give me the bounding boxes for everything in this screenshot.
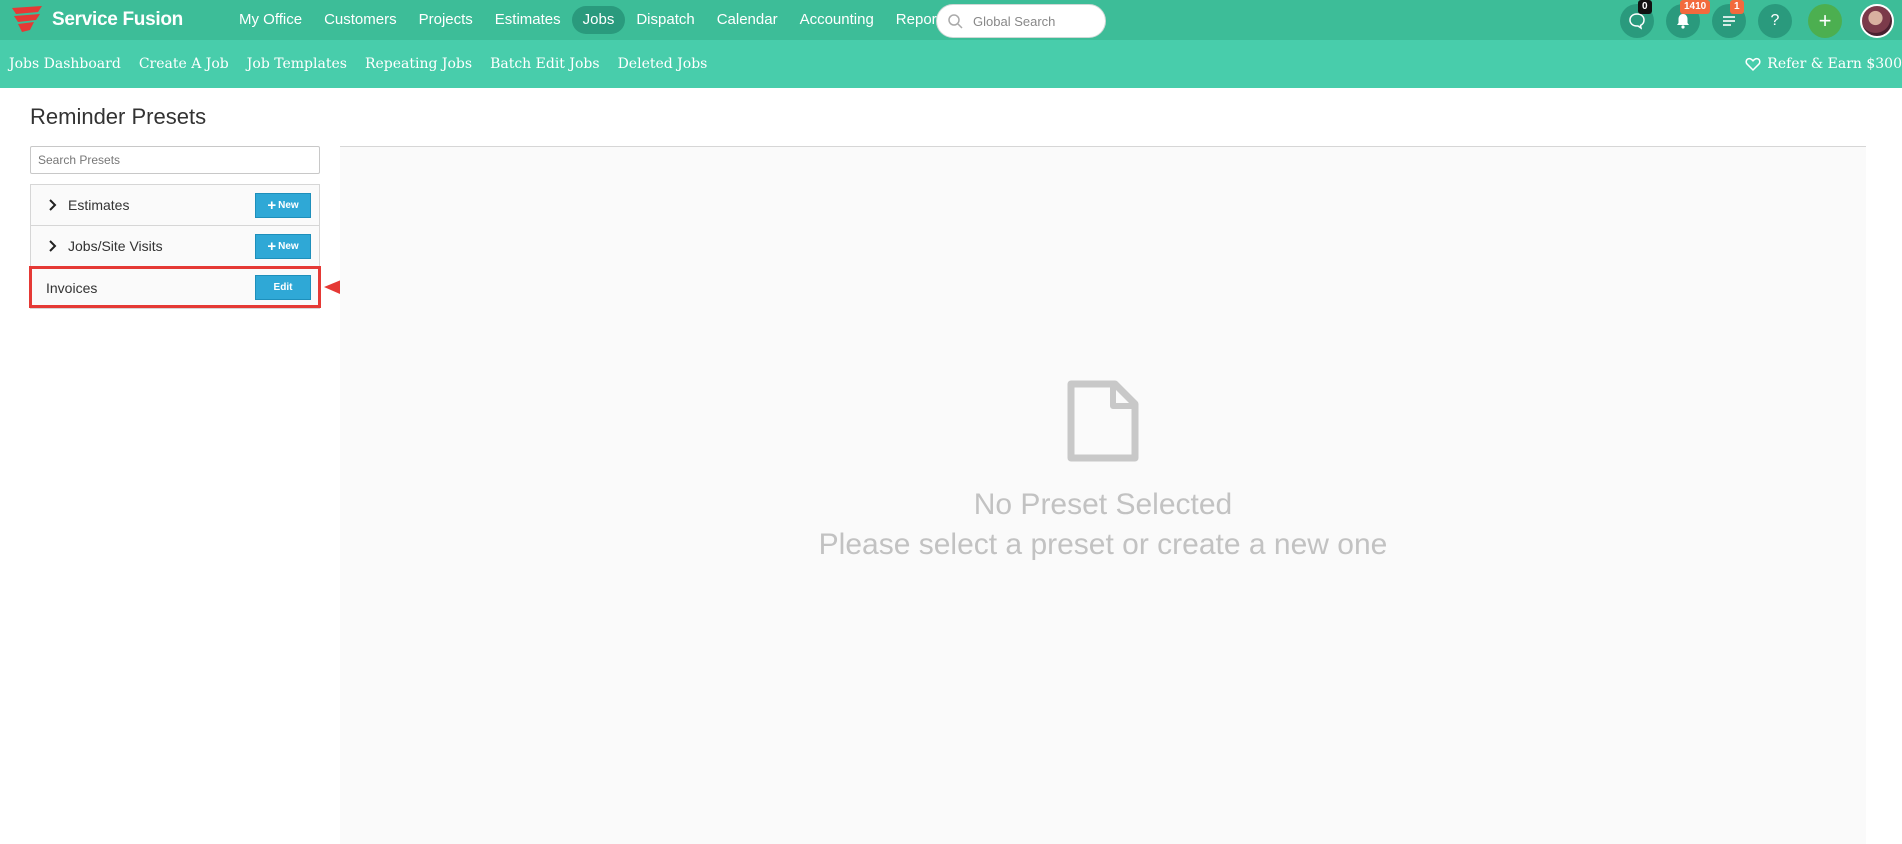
nav-projects[interactable]: Projects [408, 6, 484, 34]
heart-icon [1745, 57, 1761, 72]
subnav-batch-edit-jobs[interactable]: Batch Edit Jobs [481, 56, 609, 72]
preset-row-invoices[interactable]: Invoices Edit [31, 267, 319, 308]
notification-count-badge: 1410 [1680, 0, 1711, 14]
nav-accounting[interactable]: Accounting [789, 6, 885, 34]
preset-search-input[interactable] [30, 146, 320, 174]
edit-invoice-preset-button[interactable]: Edit [255, 275, 311, 300]
empty-state: No Preset Selected Please select a prese… [340, 379, 1866, 565]
global-search-input[interactable] [973, 13, 1093, 29]
empty-state-subtitle: Please select a preset or create a new o… [818, 528, 1388, 561]
top-navigation-bar: Service Fusion My Office Customers Proje… [0, 0, 1902, 40]
button-label: New [278, 200, 299, 211]
preset-list: Estimates + New Jobs/Site Visits + New I… [30, 184, 320, 309]
chat-icon [1629, 13, 1645, 30]
new-estimate-preset-button[interactable]: + New [255, 193, 311, 218]
chat-count-badge: 0 [1638, 0, 1652, 14]
bell-icon [1677, 14, 1689, 29]
chevron-right-icon[interactable] [46, 199, 58, 211]
nav-calendar[interactable]: Calendar [706, 6, 789, 34]
button-label: New [278, 241, 299, 252]
subnav-create-a-job[interactable]: Create A Job [130, 56, 238, 72]
button-label: Edit [273, 282, 293, 293]
subnav-jobs-dashboard[interactable]: Jobs Dashboard [0, 56, 130, 72]
page-title: Reminder Presets [30, 104, 207, 129]
global-search [936, 4, 1106, 38]
app-name: Service Fusion [52, 9, 183, 30]
subnav-job-templates[interactable]: Job Templates [238, 56, 356, 72]
subnav-repeating-jobs[interactable]: Repeating Jobs [356, 56, 481, 72]
preset-label: Invoices [46, 279, 98, 296]
list-icon [1723, 16, 1735, 26]
subnav-deleted-jobs[interactable]: Deleted Jobs [609, 56, 717, 72]
notifications-button[interactable]: 1410 [1666, 0, 1711, 38]
refer-earn-link[interactable]: Refer & Earn $300 [1745, 40, 1902, 88]
document-icon [1067, 380, 1139, 462]
plus-icon: + [1818, 8, 1832, 33]
plus-icon: + [267, 196, 277, 214]
chevron-right-icon[interactable] [46, 240, 58, 252]
tasks-button[interactable]: 1 [1712, 0, 1746, 38]
preset-label: Jobs/Site Visits [68, 238, 163, 254]
add-button[interactable]: + [1808, 4, 1842, 38]
main-nav: My Office Customers Projects Estimates J… [228, 6, 959, 34]
nav-estimates[interactable]: Estimates [484, 6, 572, 34]
preset-label: Estimates [68, 197, 130, 213]
empty-state-title: No Preset Selected [973, 488, 1233, 521]
nav-customers[interactable]: Customers [313, 6, 408, 34]
service-fusion-logo-icon [12, 6, 42, 32]
nav-jobs[interactable]: Jobs [571, 6, 626, 34]
search-icon [948, 14, 963, 29]
plus-icon: + [267, 237, 277, 255]
help-button[interactable]: ? [1758, 4, 1792, 38]
preset-detail-panel: No Preset Selected Please select a prese… [340, 146, 1866, 844]
help-icon: ? [1770, 12, 1780, 29]
chat-button[interactable]: 0 [1620, 0, 1654, 38]
app-logo[interactable]: Service Fusion [8, 4, 183, 36]
user-avatar[interactable] [1860, 4, 1894, 38]
sub-navigation-bar: Jobs Dashboard Create A Job Job Template… [0, 40, 1902, 88]
new-job-preset-button[interactable]: + New [255, 234, 311, 259]
preset-row-jobs-site-visits[interactable]: Jobs/Site Visits + New [31, 226, 319, 267]
task-count-badge: 1 [1730, 0, 1744, 14]
refer-earn-label: Refer & Earn $300 [1767, 56, 1902, 72]
jobs-subnav: Jobs Dashboard Create A Job Job Template… [0, 40, 716, 88]
nav-dispatch[interactable]: Dispatch [625, 6, 705, 34]
preset-row-estimates[interactable]: Estimates + New [31, 185, 319, 226]
nav-my-office[interactable]: My Office [228, 6, 313, 34]
